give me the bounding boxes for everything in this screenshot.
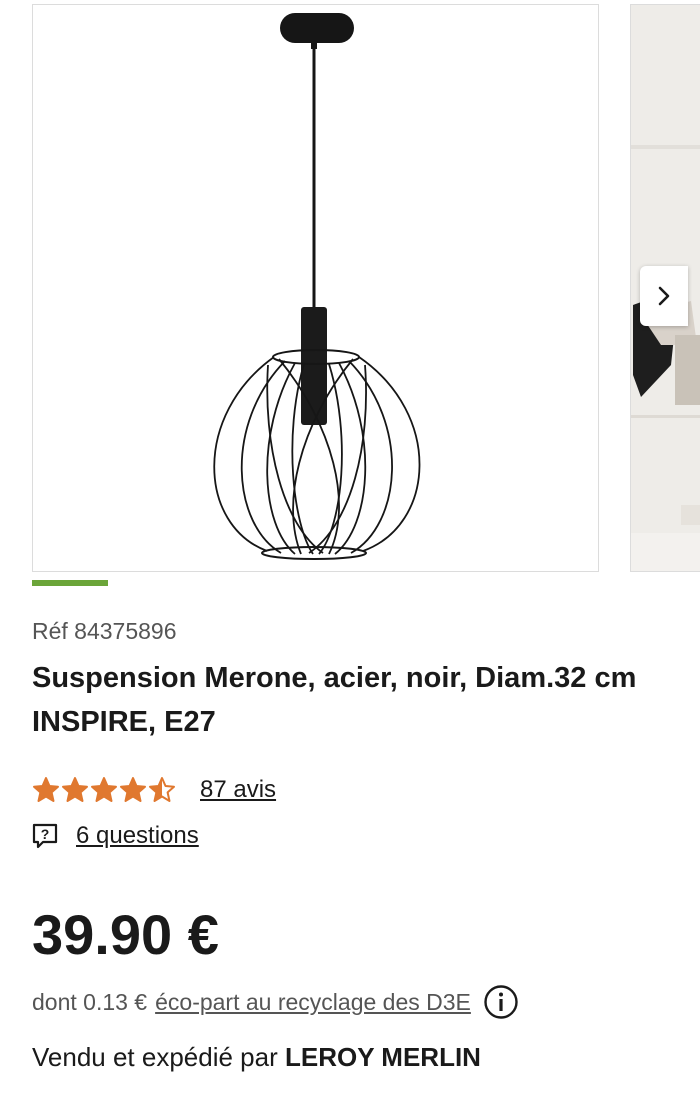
product-title: Suspension Merone, acier, noir, Diam.32 … bbox=[32, 656, 700, 744]
product-questions[interactable]: ? 6 questions bbox=[32, 822, 199, 850]
chevron-right-icon bbox=[658, 286, 670, 306]
svg-text:?: ? bbox=[41, 826, 50, 842]
product-title-line1: Suspension Merone, acier, noir, Diam.32 … bbox=[32, 662, 637, 694]
star-full-icon bbox=[120, 777, 146, 802]
next-image-button[interactable] bbox=[640, 266, 688, 326]
product-title-line2: INSPIRE, E27 bbox=[32, 706, 216, 738]
product-main-image[interactable] bbox=[32, 4, 599, 572]
gallery-progress bbox=[32, 580, 668, 586]
star-full-icon bbox=[62, 777, 88, 802]
eco-part-amount: dont 0.13 € bbox=[32, 988, 148, 1015]
eco-part-link[interactable]: éco-part au recyclage des D3E bbox=[155, 989, 471, 1016]
star-full-icon bbox=[33, 777, 59, 802]
product-gallery[interactable] bbox=[32, 4, 700, 572]
info-icon[interactable] bbox=[483, 984, 519, 1020]
question-bubble-icon: ? bbox=[32, 823, 58, 849]
questions-link[interactable]: 6 questions bbox=[76, 822, 199, 850]
seller-name: LEROY MERLIN bbox=[284, 1042, 481, 1072]
gallery-progress-fill bbox=[32, 580, 108, 586]
seller-info: Vendu et expédié par LEROY MERLIN bbox=[32, 1042, 481, 1073]
eco-participation: dont 0.13 € éco-part au recyclage des D3… bbox=[32, 984, 519, 1020]
star-half-icon bbox=[149, 777, 175, 802]
rating-stars bbox=[32, 776, 176, 804]
product-price: 39.90 € bbox=[32, 903, 219, 966]
product-reference: Réf 84375896 bbox=[32, 618, 177, 644]
star-full-icon bbox=[91, 777, 117, 802]
seller-prefix: Vendu et expédié par bbox=[32, 1042, 285, 1072]
pendant-lamp-image bbox=[213, 13, 421, 560]
reviews-link[interactable]: 87 avis bbox=[200, 776, 276, 804]
product-rating[interactable]: 87 avis bbox=[32, 776, 276, 804]
